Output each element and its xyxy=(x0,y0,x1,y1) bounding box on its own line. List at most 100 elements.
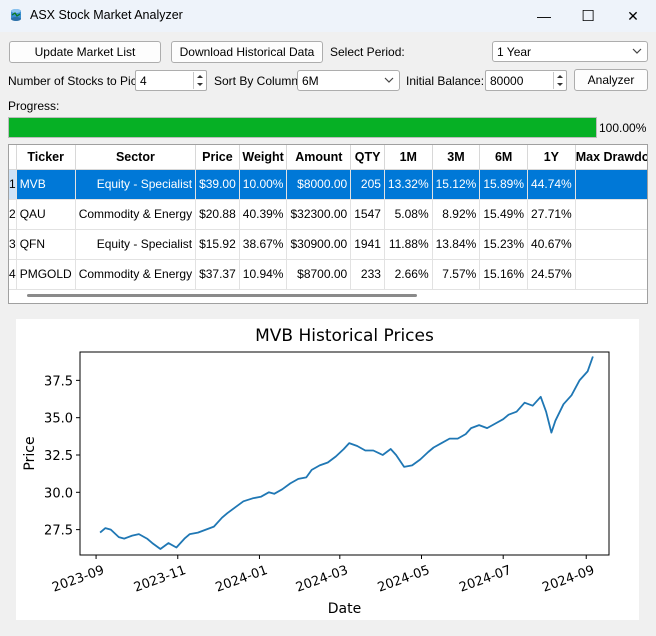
chevron-down-icon xyxy=(632,48,642,54)
table-cell[interactable]: $32300.00 xyxy=(286,199,352,230)
chart-title: MVB Historical Prices xyxy=(255,326,434,346)
initial-balance-label: Initial Balance: xyxy=(406,74,485,88)
sort-by-select[interactable]: 6M xyxy=(297,70,400,91)
period-select-value: 1 Year xyxy=(497,44,532,59)
table-cell[interactable]: $39.00 xyxy=(195,169,240,200)
table-row[interactable]: 2 QAU Commodity & Energy $20.88 40.39% $32300… xyxy=(9,199,647,230)
title-bar: ASX Stock Market Analyzer — ☐ ✕ xyxy=(0,0,656,32)
column-header[interactable]: Weight xyxy=(239,145,288,170)
table-cell[interactable]: $15.92 xyxy=(195,229,240,260)
table-cell[interactable]: $20.88 xyxy=(195,199,240,230)
table-cell[interactable]: -3 xyxy=(575,259,647,290)
x-tick-label: 2024-01 xyxy=(214,563,270,596)
row-number[interactable]: 3 xyxy=(9,229,17,260)
table-cell[interactable]: 44.74% xyxy=(527,169,576,200)
table-cell[interactable]: -7 xyxy=(575,229,647,260)
column-header[interactable]: Max Drawdown xyxy=(575,145,647,170)
minimize-icon: — xyxy=(537,8,551,24)
table-cell[interactable]: 1941 xyxy=(350,229,385,260)
x-tick-label: 2024-05 xyxy=(376,563,432,596)
column-header[interactable]: Ticker xyxy=(16,145,76,170)
table-cell[interactable]: 40.39% xyxy=(239,199,288,230)
table-cell[interactable]: QFN xyxy=(16,229,76,260)
table-cell[interactable]: 7.57% xyxy=(432,259,481,290)
x-tick-label: 2023-11 xyxy=(132,563,188,596)
table-cell[interactable]: 15.49% xyxy=(479,199,529,230)
table-row[interactable]: 1 MVB Equity - Specialist $39.00 10.00% $8000… xyxy=(9,169,647,200)
table-cell[interactable]: 15.23% xyxy=(479,229,529,260)
table-cell[interactable]: $8700.00 xyxy=(286,259,352,290)
chevron-down-icon xyxy=(384,77,394,83)
column-header[interactable]: Price xyxy=(195,145,240,170)
update-market-list-button[interactable]: Update Market List xyxy=(9,41,161,63)
table-cell[interactable]: QAU xyxy=(16,199,76,230)
table-cell[interactable]: Equity - Specialist xyxy=(75,229,197,260)
table-cell[interactable]: 10.94% xyxy=(239,259,288,290)
num-stocks-value: 4 xyxy=(140,73,147,88)
table-cell[interactable]: 13.84% xyxy=(432,229,481,260)
table-cell[interactable]: 13.32% xyxy=(384,169,433,200)
table-cell[interactable]: 205 xyxy=(350,169,385,200)
table-cell[interactable]: 2.66% xyxy=(384,259,433,290)
table-cell[interactable]: 5.08% xyxy=(384,199,433,230)
table-cell[interactable]: 8.92% xyxy=(432,199,481,230)
table-row[interactable]: 4 PMGOLD Commodity & Energy $37.37 10.94% $87… xyxy=(9,259,647,290)
column-header[interactable]: 1Y xyxy=(527,145,576,170)
plot-frame xyxy=(79,351,610,556)
column-header[interactable]: QTY xyxy=(350,145,385,170)
price-chart: MVB Historical Prices 27.5 30.0 32.5 35.0 37.… xyxy=(22,326,610,617)
table-cell[interactable]: 24.57% xyxy=(527,259,576,290)
download-historical-data-button[interactable]: Download Historical Data xyxy=(171,41,323,63)
num-stocks-label: Number of Stocks to Pick: xyxy=(8,74,147,88)
y-tick-label: 30.0 xyxy=(44,486,73,501)
table-cell[interactable]: -3 xyxy=(575,199,647,230)
table-cell[interactable]: -7 xyxy=(575,169,647,200)
column-header[interactable]: 1M xyxy=(384,145,433,170)
column-header[interactable]: Amount xyxy=(286,145,352,170)
horizontal-scrollbar[interactable] xyxy=(27,294,417,297)
table-row[interactable]: 3 QFN Equity - Specialist $15.92 38.67% $3090… xyxy=(9,229,647,260)
row-number[interactable]: 1 xyxy=(9,169,17,200)
price-series-line xyxy=(99,356,594,550)
column-header[interactable]: 6M xyxy=(479,145,529,170)
table-cell[interactable]: 11.88% xyxy=(384,229,433,260)
table-cell[interactable]: $37.37 xyxy=(195,259,240,290)
table-cell[interactable]: Equity - Specialist xyxy=(75,169,197,200)
column-header[interactable]: 3M xyxy=(432,145,481,170)
minimize-button[interactable]: — xyxy=(521,0,567,32)
select-period-label: Select Period: xyxy=(330,45,405,59)
table-cell[interactable]: 233 xyxy=(350,259,385,290)
stocks-table[interactable]: Ticker Sector Price Weight Amount QTY 1M 3M 6M 1Y… xyxy=(8,144,648,304)
table-cell[interactable]: $8000.00 xyxy=(286,169,352,200)
analyze-button[interactable]: Analyzer xyxy=(574,69,648,91)
app-icon xyxy=(11,9,21,21)
maximize-button[interactable]: ☐ xyxy=(565,0,611,32)
row-number[interactable]: 4 xyxy=(9,259,17,290)
table-cell[interactable]: Commodity & Energy xyxy=(75,199,197,230)
initial-balance-spinbox[interactable]: 80000 xyxy=(485,70,567,91)
table-cell[interactable]: 10.00% xyxy=(239,169,288,200)
table-cell[interactable]: 15.89% xyxy=(479,169,529,200)
table-cell[interactable]: 15.16% xyxy=(479,259,529,290)
num-stocks-spinbox[interactable]: 4 xyxy=(135,70,207,91)
progress-percent: 100.00% xyxy=(599,121,647,135)
table-cell[interactable]: $30900.00 xyxy=(286,229,352,260)
table-cell[interactable]: MVB xyxy=(16,169,76,200)
table-cell[interactable]: 38.67% xyxy=(239,229,288,260)
period-select[interactable]: 1 Year xyxy=(492,41,648,62)
spin-arrows-icon[interactable] xyxy=(193,72,205,89)
sort-by-label: Sort By Column: xyxy=(214,74,302,88)
table-cell[interactable]: 40.67% xyxy=(527,229,576,260)
close-button[interactable]: ✕ xyxy=(610,0,656,32)
close-icon: ✕ xyxy=(627,7,639,24)
initial-balance-value: 80000 xyxy=(490,73,524,88)
table-cell[interactable]: PMGOLD xyxy=(16,259,76,290)
table-cell[interactable]: 1547 xyxy=(350,199,385,230)
table-cell[interactable]: 15.12% xyxy=(432,169,481,200)
column-header[interactable]: Sector xyxy=(75,145,197,170)
y-axis-label: Price xyxy=(22,436,38,470)
spin-arrows-icon[interactable] xyxy=(553,72,565,89)
row-number[interactable]: 2 xyxy=(9,199,17,230)
table-cell[interactable]: Commodity & Energy xyxy=(75,259,197,290)
table-cell[interactable]: 27.71% xyxy=(527,199,576,230)
